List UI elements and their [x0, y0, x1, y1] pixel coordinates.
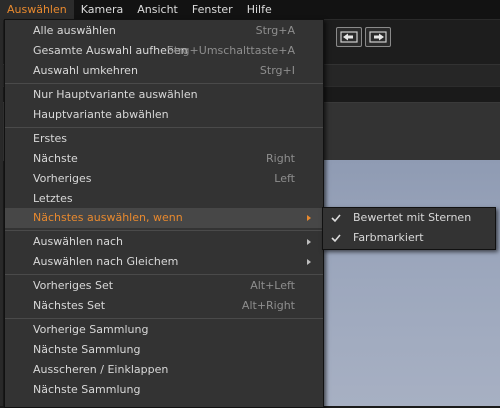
submenu-arrow-icon: [305, 232, 313, 252]
menu-item-label: Alle auswählen: [33, 24, 116, 37]
menu-item-shortcut: Strg+I: [259, 64, 295, 77]
menu-item-label: Nächste Sammlung: [33, 343, 141, 356]
left-panel-edge: [0, 20, 3, 406]
submenu-item-farbmarkiert[interactable]: Farbmarkiert: [323, 228, 495, 248]
menu-item-shortcut: Alt+Left: [250, 279, 295, 292]
photo-preview: [318, 160, 500, 406]
menu-item-vorheriges-set[interactable]: Vorheriges Set Alt+Left: [5, 276, 323, 296]
menu-item-erstes[interactable]: Erstes: [5, 129, 323, 149]
menu-separator: [5, 83, 323, 84]
checkmark-icon: [331, 208, 341, 228]
prev-image-icon[interactable]: [336, 27, 362, 47]
menu-item-nur-hauptvariante-auswaehlen[interactable]: Nur Hauptvariante auswählen: [5, 85, 323, 105]
menu-item-label: Vorheriges Set: [33, 279, 114, 292]
menu-item-label: Auswählen nach Gleichem: [33, 255, 179, 268]
submenu-arrow-icon: [305, 252, 313, 272]
menu-item-shortcut: Alt+Right: [241, 299, 295, 312]
menu-item-label: Auswahl umkehren: [33, 64, 138, 77]
menu-separator: [5, 318, 323, 319]
menu-fenster[interactable]: Fenster: [185, 0, 240, 19]
menu-item-shortcut: Right: [266, 152, 295, 165]
menu-item-label: Hauptvariante abwählen: [33, 108, 169, 121]
menu-item-letztes[interactable]: Letztes: [5, 189, 323, 209]
menu-item-label: Gesamte Auswahl aufheben: [33, 44, 188, 57]
menu-item-naechstes-auswaehlen-wenn[interactable]: Nächstes auswählen, wenn: [5, 208, 323, 228]
submenu-item-label: Bewertet mit Sternen: [353, 211, 472, 224]
menu-item-label: Nächstes Set: [33, 299, 106, 312]
menu-item-shortcut: Strg+A: [255, 24, 295, 37]
menu-item-label: Nächste Sammlung: [33, 383, 141, 396]
auswaehlen-dropdown-menu: Alle auswählen Strg+A Gesamte Auswahl au…: [4, 19, 324, 408]
menu-item-label: Erstes: [33, 132, 68, 145]
menu-item-naechste-sammlung[interactable]: Nächste Sammlung: [5, 340, 323, 360]
menu-item-naechste-sammlung-2[interactable]: Nächste Sammlung: [5, 380, 323, 400]
menu-item-auswahl-umkehren[interactable]: Auswahl umkehren Strg+I: [5, 61, 323, 81]
menu-item-ausscheren-einklappen[interactable]: Ausscheren / Einklappen: [5, 360, 323, 380]
menu-item-label: Vorheriges: [33, 172, 92, 185]
menu-item-label: Letztes: [33, 192, 73, 205]
menu-separator: [5, 230, 323, 231]
submenu-item-bewertet-mit-sternen[interactable]: Bewertet mit Sternen: [323, 208, 495, 228]
menu-hilfe[interactable]: Hilfe: [240, 0, 279, 19]
menu-item-auswaehlen-nach-gleichem[interactable]: Auswählen nach Gleichem: [5, 252, 323, 272]
menu-item-label: Vorherige Sammlung: [33, 323, 149, 336]
menu-separator: [5, 127, 323, 128]
menu-item-naechstes-set[interactable]: Nächstes Set Alt+Right: [5, 296, 323, 316]
menu-item-auswaehlen-nach[interactable]: Auswählen nach: [5, 232, 323, 252]
menu-separator: [5, 274, 323, 275]
menu-item-label: Ausscheren / Einklappen: [33, 363, 169, 376]
menu-item-hauptvariante-abwaehlen[interactable]: Hauptvariante abwählen: [5, 105, 323, 125]
next-image-icon[interactable]: [365, 27, 391, 47]
menu-item-label: Nächstes auswählen, wenn: [33, 211, 183, 224]
menu-item-alle-auswaehlen[interactable]: Alle auswählen Strg+A: [5, 21, 323, 41]
menu-item-label: Auswählen nach: [33, 235, 123, 248]
menu-item-shortcut: Strg+Umschalttaste+A: [166, 44, 295, 57]
menu-item-label: Nur Hauptvariante auswählen: [33, 88, 198, 101]
menu-item-naechste[interactable]: Nächste Right: [5, 149, 323, 169]
checkmark-icon: [331, 228, 341, 248]
menu-auswaehlen[interactable]: Auswählen: [0, 0, 74, 19]
naechstes-auswaehlen-wenn-submenu: Bewertet mit Sternen Farbmarkiert: [322, 207, 496, 250]
menu-bar: Auswählen Kamera Ansicht Fenster Hilfe: [0, 0, 500, 20]
submenu-arrow-icon: [305, 208, 313, 228]
menu-item-vorheriges[interactable]: Vorheriges Left: [5, 169, 323, 189]
menu-item-label: Nächste: [33, 152, 78, 165]
menu-item-gesamte-auswahl-aufheben[interactable]: Gesamte Auswahl aufheben Strg+Umschaltta…: [5, 41, 323, 61]
submenu-item-label: Farbmarkiert: [353, 231, 424, 244]
menu-item-vorherige-sammlung[interactable]: Vorherige Sammlung: [5, 320, 323, 340]
menu-kamera[interactable]: Kamera: [74, 0, 131, 19]
menu-ansicht[interactable]: Ansicht: [130, 0, 185, 19]
menu-item-shortcut: Left: [274, 172, 295, 185]
